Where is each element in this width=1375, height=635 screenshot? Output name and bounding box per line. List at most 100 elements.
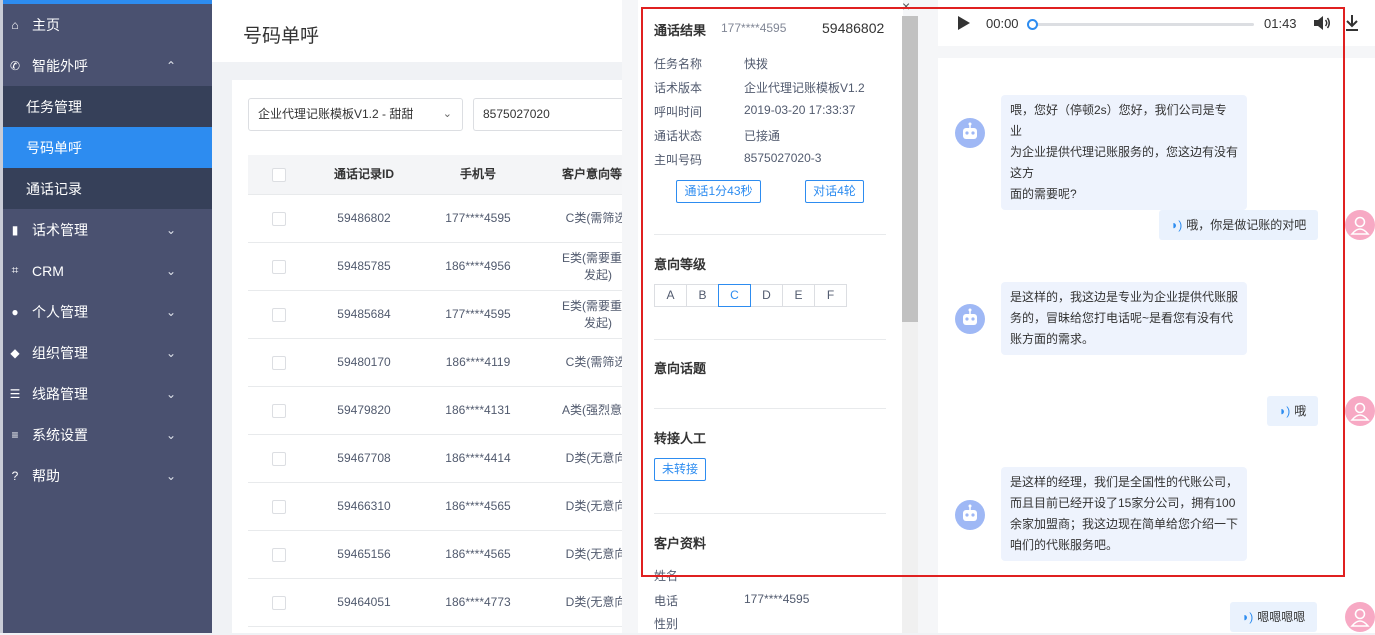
sidebar-item-smart-outbound[interactable]: ✆ 智能外呼 ⌃ (0, 45, 212, 86)
voice-wave-icon[interactable]: ◗) (1242, 610, 1253, 624)
play-icon[interactable] (957, 15, 971, 31)
cell-call-id: 59467708 (337, 451, 391, 465)
sidebar-item-crm[interactable]: ⌗ CRM ⌄ (0, 250, 212, 291)
sidebar-edge (0, 0, 3, 633)
sidebar-item-personal[interactable]: ● 个人管理 ⌄ (0, 291, 212, 332)
field-value-script-version: 企业代理记账模板V1.2 (744, 81, 865, 95)
close-icon[interactable]: × (902, 0, 910, 14)
robot-avatar-icon (955, 118, 985, 148)
row-checkbox[interactable] (272, 212, 286, 226)
template-select[interactable]: 企业代理记账模板V1.2 - 甜甜 ⌄ (248, 98, 463, 131)
table-row[interactable]: 59464051 186****4773 D类(无意向) (248, 579, 652, 627)
field-label-gender: 性别 (654, 617, 679, 631)
level-option-e[interactable]: E (782, 284, 815, 307)
user-message: ◗) 哦，你是做记账的对吧 (1159, 210, 1319, 240)
message-line: 咱们的代账服务吧。 (1010, 538, 1119, 552)
progress-handle[interactable] (1027, 19, 1038, 30)
sidebar-item-single-call[interactable]: 号码单呼 (0, 127, 212, 168)
sidebar-item-label: 智能外呼 (32, 57, 88, 74)
message-line: 是这样的，我这边是专业为企业提供代账服 (1010, 290, 1239, 304)
message-line: 余家加盟商；我这边现在简单给您介绍一下 (1010, 517, 1239, 531)
row-checkbox[interactable] (272, 404, 286, 418)
level-option-b[interactable]: B (686, 284, 719, 307)
level-option-c[interactable]: C (718, 284, 751, 307)
bot-message: 是这样的经理，我们是全国性的代账公司， 而且目前已经开设了15家分公司，拥有10… (1001, 467, 1247, 561)
sidebar-item-organization[interactable]: ◆ 组织管理 ⌄ (0, 332, 212, 373)
cell-phone: 177****4595 (445, 307, 511, 321)
table-row[interactable]: 59486802 177****4595 C类(需筛选) (248, 195, 652, 243)
call-duration-tag[interactable]: 通话1分43秒 (676, 180, 761, 203)
user-message: ◗) 嗯嗯嗯嗯 (1230, 602, 1318, 632)
sidebar-item-routes[interactable]: ☰ 线路管理 ⌄ (0, 373, 212, 414)
sidebar-item-script-management[interactable]: ▮ 话术管理 ⌄ (0, 209, 212, 250)
sidebar-item-help[interactable]: ? 帮助 ⌄ (0, 455, 212, 496)
table-header: 通话记录ID 手机号 客户意向等级 (248, 155, 652, 195)
cell-call-id: 59465156 (337, 547, 391, 561)
row-checkbox[interactable] (272, 500, 286, 514)
level-option-a[interactable]: A (654, 284, 687, 307)
message-text: 哦，你是做记账的对吧 (1186, 218, 1307, 232)
row-checkbox[interactable] (272, 596, 286, 610)
field-value-caller-number: 8575027020-3 (744, 151, 822, 165)
phone-icon: ✆ (9, 58, 21, 73)
sidebar-item-label: 通话记录 (26, 180, 82, 197)
transfer-status-tag[interactable]: 未转接 (654, 458, 706, 481)
field-value-call-status: 已接通 (744, 129, 781, 143)
message-line: 而且目前已经开设了15家分公司，拥有100 (1010, 496, 1236, 510)
select-all-checkbox[interactable] (272, 168, 286, 182)
info-scrollbar-thumb[interactable] (902, 16, 918, 322)
row-checkbox[interactable] (272, 260, 286, 274)
table-row[interactable]: 59485785 186****4956 E类(需要重新 发起) (248, 243, 652, 291)
sidebar-item-system-settings[interactable]: ≡ 系统设置 ⌄ (0, 414, 212, 455)
table-row[interactable]: 59479820 186****4131 A类(强烈意向 (248, 387, 652, 435)
volume-icon[interactable] (1313, 15, 1331, 31)
field-label-task-name: 任务名称 (654, 57, 703, 71)
intent-level-selector: A B C D E F (654, 284, 847, 307)
message-line: 面的需要呢? (1010, 187, 1077, 201)
row-checkbox[interactable] (272, 356, 286, 370)
chevron-down-icon: ⌄ (442, 108, 452, 120)
template-select-value: 企业代理记账模板V1.2 - 甜甜 (258, 107, 414, 121)
call-result-title: 通话结果 (654, 23, 707, 38)
dialog-rounds-tag[interactable]: 对话4轮 (805, 180, 864, 203)
voice-wave-icon[interactable]: ◗) (1279, 404, 1290, 418)
cell-phone: 177****4595 (445, 211, 511, 225)
page-title: 号码单呼 (243, 26, 320, 47)
level-option-f[interactable]: F (814, 284, 847, 307)
table-row[interactable]: 59467708 186****4414 D类(无意向) (248, 435, 652, 483)
divider (654, 339, 886, 340)
call-result-phone: 177****4595 (721, 21, 787, 35)
call-result-id: 59486802 (822, 20, 885, 36)
field-label-call-status: 通话状态 (654, 129, 703, 143)
sidebar-item-home[interactable]: ⌂ 主页 (0, 4, 212, 45)
chevron-up-icon: ⌃ (165, 58, 176, 73)
sidebar-item-call-records[interactable]: 通话记录 (0, 168, 212, 209)
chevron-down-icon: ⌄ (165, 386, 176, 401)
table-row[interactable]: 59465156 186****4565 D类(无意向) (248, 531, 652, 579)
cell-phone: 186****4956 (445, 259, 511, 273)
crop-icon: ⌗ (11, 263, 19, 277)
table-row[interactable]: 59480170 186****4119 C类(需筛选) (248, 339, 652, 387)
table-row[interactable]: 59466310 186****4565 D类(无意向) (248, 483, 652, 531)
settings-sliders-icon: ≡ (11, 427, 19, 442)
cell-phone: 186****4131 (445, 403, 511, 417)
table-row[interactable]: 59485684 177****4595 E类(需要重新 发起) (248, 291, 652, 339)
column-header-phone: 手机号 (459, 167, 496, 181)
group-icon: ◆ (10, 345, 20, 360)
bot-message: 是这样的，我这边是专业为企业提供代账服 务的，冒昧给您打电话呢~是看您有没有代 … (1001, 282, 1247, 355)
download-icon[interactable] (1345, 14, 1359, 32)
user-icon: ● (11, 304, 19, 319)
row-checkbox[interactable] (272, 548, 286, 562)
level-option-d[interactable]: D (750, 284, 783, 307)
row-checkbox[interactable] (272, 452, 286, 466)
intent-topic-title: 意向话题 (654, 361, 707, 376)
sidebar-item-label: CRM (32, 262, 64, 279)
column-header-call-id: 通话记录ID (333, 167, 394, 181)
voice-wave-icon[interactable]: ◗) (1171, 218, 1182, 232)
row-checkbox[interactable] (272, 308, 286, 322)
progress-track[interactable] (1031, 23, 1254, 26)
message-line: 务的，冒昧给您打电话呢~是看您有没有代 (1010, 311, 1234, 325)
message-text: 哦 (1294, 404, 1307, 418)
sidebar-item-task-management[interactable]: 任务管理 (0, 86, 212, 127)
message-line: 是这样的经理，我们是全国性的代账公司， (1010, 475, 1239, 489)
